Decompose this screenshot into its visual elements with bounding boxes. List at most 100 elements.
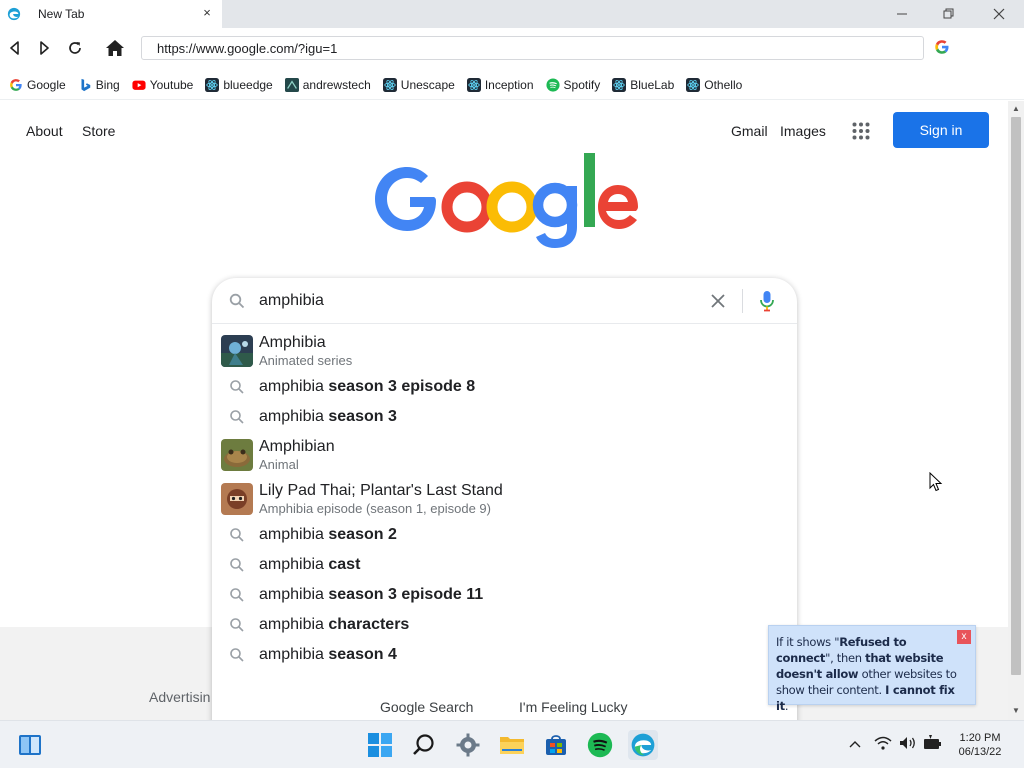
about-link[interactable]: About — [26, 123, 63, 139]
advertising-link[interactable]: Advertisin — [149, 689, 210, 705]
restore-icon — [943, 8, 954, 19]
gmail-link[interactable]: Gmail — [731, 123, 768, 139]
edge-taskbar-button[interactable] — [628, 730, 658, 760]
widgets-button[interactable] — [15, 730, 45, 760]
windows-icon — [368, 733, 392, 757]
reload-button[interactable] — [64, 37, 86, 59]
suggestion-text: amphibia season 3 — [259, 408, 397, 425]
bookmark-google[interactable]: Google — [9, 74, 66, 96]
bookmark-bluelab[interactable]: BlueLab — [612, 74, 674, 96]
navigation-toolbar: https://www.google.com/?igu=1 — [0, 28, 1024, 68]
search-input[interactable]: amphibia — [259, 292, 324, 310]
scroll-thumb[interactable] — [1011, 117, 1021, 675]
bookmark-label: Othello — [704, 77, 743, 92]
search-taskbar-button[interactable] — [409, 730, 439, 760]
spotify-taskbar-button[interactable] — [585, 730, 615, 760]
bookmark-unescape[interactable]: Unescape — [382, 74, 455, 96]
suggestion-text: amphibia season 3 episode 8 — [259, 378, 476, 395]
google-page: About Store Gmail Images Sign in Adverti… — [0, 101, 1008, 720]
wifi-icon[interactable] — [874, 736, 892, 750]
bookmark-blueedge[interactable]: blueedge — [205, 74, 273, 96]
scroll-down-icon[interactable]: ▼ — [1011, 706, 1021, 716]
episode-thumbnail — [221, 483, 253, 515]
microphone-icon[interactable] — [758, 290, 776, 312]
gear-icon — [456, 733, 480, 757]
scroll-up-icon[interactable]: ▲ — [1011, 104, 1021, 114]
store-taskbar-button[interactable] — [541, 730, 571, 760]
bookmark-othello[interactable]: Othello — [686, 74, 742, 96]
suggestion-text: amphibia season 3 episode 11 — [259, 586, 484, 603]
suggestion-item[interactable]: Amphibia Animated series — [212, 331, 797, 371]
minimize-icon — [897, 13, 907, 15]
suggestion-item[interactable]: amphibia season 3 episode 8 — [212, 376, 797, 398]
system-clock[interactable]: 1:20 PM 06/13/22 — [950, 731, 1010, 759]
folder-icon — [500, 737, 524, 754]
back-button[interactable] — [4, 37, 26, 59]
chevron-up-icon[interactable] — [849, 740, 861, 748]
browser-tab[interactable]: New Tab × — [0, 0, 222, 28]
bookmark-label: Inception — [484, 77, 534, 92]
battery-icon[interactable] — [923, 735, 941, 751]
close-window-button[interactable] — [976, 0, 1022, 28]
search-icon — [230, 528, 244, 542]
bookmark-label: Bing — [95, 77, 120, 92]
suggestion-item[interactable]: Lily Pad Thai; Plantar's Last Stand Amph… — [212, 479, 797, 519]
start-button[interactable] — [365, 730, 395, 760]
restore-button[interactable] — [926, 0, 972, 28]
feeling-lucky-button-overlay[interactable]: I'm Feeling Lucky — [519, 699, 628, 715]
bookmark-bing[interactable]: Bing — [78, 74, 120, 96]
title-bar: New Tab × — [0, 0, 1024, 28]
clear-search-icon[interactable] — [709, 292, 727, 310]
search-icon — [230, 380, 244, 394]
tooltip-text: If it shows "Refused to connect", then t… — [776, 635, 957, 713]
clock-time: 1:20 PM — [959, 732, 1001, 744]
google-icon — [10, 78, 22, 91]
google-search-button-overlay[interactable]: Google Search — [380, 699, 473, 715]
suggestion-item[interactable]: amphibia season 3 episode 11 — [212, 584, 797, 606]
home-button[interactable] — [104, 37, 126, 59]
forward-arrow-icon — [40, 41, 49, 55]
search-icon — [229, 293, 245, 309]
settings-taskbar-button[interactable] — [453, 730, 483, 760]
bookmark-spotify[interactable]: Spotify — [545, 74, 601, 96]
suggestion-item[interactable]: amphibia cast — [212, 554, 797, 576]
suggestion-subtitle: Animal — [259, 457, 299, 472]
react-icon — [612, 77, 627, 92]
minimize-button[interactable] — [879, 0, 925, 28]
suggestion-item[interactable]: Amphibian Animal — [212, 435, 797, 475]
google-logo — [375, 153, 638, 248]
forward-button[interactable] — [33, 37, 55, 59]
tab-close-button[interactable]: × — [200, 6, 214, 20]
frog-thumbnail — [221, 439, 253, 471]
widgets-icon — [19, 735, 41, 755]
bing-icon — [81, 78, 90, 91]
search-icon — [230, 558, 244, 572]
search-divider — [742, 289, 743, 313]
bookmark-label: Spotify — [563, 77, 601, 92]
bookmark-inception[interactable]: Inception — [466, 74, 534, 96]
suggestion-item[interactable]: amphibia characters — [212, 614, 797, 636]
google-apps-icon[interactable] — [852, 122, 870, 140]
address-bar[interactable]: https://www.google.com/?igu=1 — [141, 36, 924, 60]
tooltip-close-button[interactable]: x — [957, 630, 971, 644]
page-scrollbar[interactable]: ▲ ▼ — [1008, 101, 1024, 720]
google-icon[interactable] — [934, 39, 950, 55]
bookmark-andrewstech[interactable]: andrewstech — [284, 74, 371, 96]
react-icon — [466, 77, 481, 92]
reload-icon — [69, 42, 81, 54]
suggestion-subtitle: Amphibia episode (season 1, episode 9) — [259, 501, 491, 516]
store-link[interactable]: Store — [82, 123, 115, 139]
store-icon — [546, 735, 566, 755]
volume-icon[interactable] — [899, 736, 917, 750]
amphibia-thumbnail — [221, 335, 253, 367]
close-icon — [993, 8, 1005, 20]
url-text: https://www.google.com/?igu=1 — [157, 41, 338, 56]
suggestion-item[interactable]: amphibia season 4 — [212, 644, 797, 666]
edge-icon — [631, 733, 655, 757]
suggestion-item[interactable]: amphibia season 2 — [212, 524, 797, 546]
suggestion-item[interactable]: amphibia season 3 — [212, 406, 797, 428]
images-link[interactable]: Images — [780, 123, 826, 139]
bookmark-youtube[interactable]: Youtube — [132, 74, 193, 96]
sign-in-button[interactable]: Sign in — [893, 112, 989, 148]
file-explorer-button[interactable] — [497, 730, 527, 760]
